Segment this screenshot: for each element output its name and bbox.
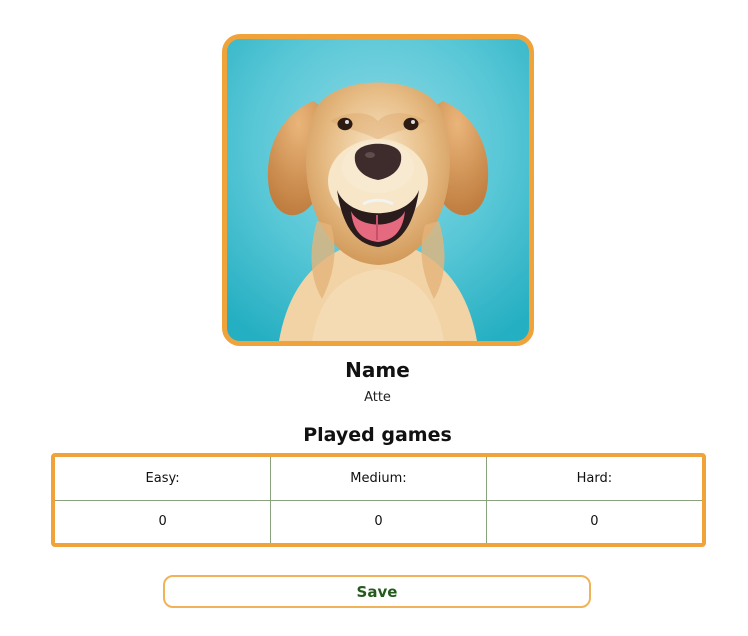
golden-retriever-photo-icon bbox=[227, 39, 529, 341]
table-header-medium: Medium: bbox=[270, 457, 487, 501]
played-games-table: Easy: Medium: Hard: 0 0 0 bbox=[51, 453, 706, 547]
name-label: Name bbox=[345, 358, 410, 382]
player-name: Atte bbox=[364, 390, 391, 405]
table-row: 0 0 0 bbox=[55, 499, 702, 543]
table-header-hard: Hard: bbox=[485, 457, 702, 501]
table-header-row: Easy: Medium: Hard: bbox=[55, 457, 702, 501]
hard-count: 0 bbox=[485, 499, 702, 543]
save-button[interactable]: Save bbox=[163, 575, 591, 608]
avatar bbox=[222, 34, 534, 346]
games-table: Easy: Medium: Hard: 0 0 0 bbox=[55, 457, 702, 543]
medium-count: 0 bbox=[270, 499, 487, 543]
profile-page: Name Atte Played games Easy: Medium: Har… bbox=[0, 0, 748, 636]
table-header-easy: Easy: bbox=[55, 457, 272, 501]
easy-count: 0 bbox=[55, 499, 272, 543]
played-games-heading: Played games bbox=[303, 424, 452, 446]
